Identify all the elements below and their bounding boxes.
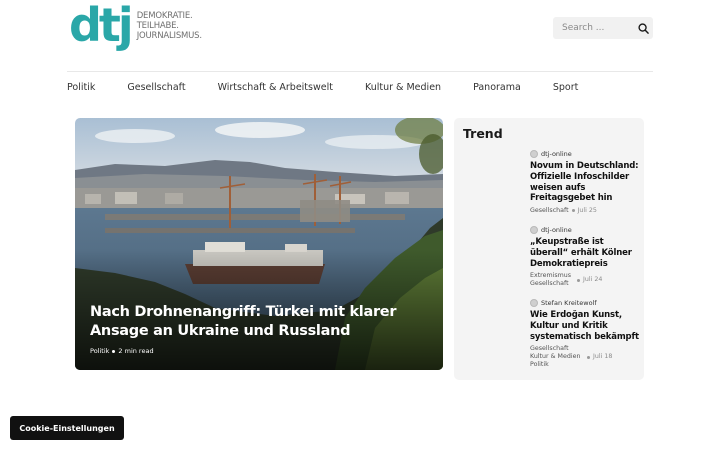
avatar xyxy=(530,299,538,307)
author-name[interactable]: dtj-online xyxy=(541,226,572,234)
search-box xyxy=(553,17,653,39)
trend-category-extra[interactable]: Politik xyxy=(530,361,640,369)
header-divider xyxy=(67,71,653,72)
hero-article[interactable]: Nach Drohnenangriff: Türkei mit klarer A… xyxy=(75,118,443,370)
avatar xyxy=(530,226,538,234)
trend-heading: Trend xyxy=(463,126,503,141)
nav-item-sport[interactable]: Sport xyxy=(553,81,579,95)
trend-meta: Gesellschaft Kultur & Medien Juli 18 Poli… xyxy=(530,345,640,369)
trend-item[interactable]: dtj-online „Keupstraße ist überall“ erhä… xyxy=(530,226,640,288)
nav-item-kultur[interactable]: Kultur & Medien xyxy=(365,81,441,95)
trend-date: Juli 24 xyxy=(583,276,603,284)
avatar xyxy=(530,150,538,158)
meta-separator xyxy=(112,349,116,353)
trend-date: Juli 25 xyxy=(577,207,597,215)
trend-panel: Trend dtj-online Novum in Deutschland: O… xyxy=(454,118,644,380)
nav-item-politik[interactable]: Politik xyxy=(67,81,95,95)
cookie-settings-button[interactable]: Cookie-Einstellungen xyxy=(10,416,124,440)
nav-item-wirtschaft[interactable]: Wirtschaft & Arbeitswelt xyxy=(218,81,333,95)
trend-author: Stefan Kreitewolf xyxy=(530,299,640,307)
trend-item[interactable]: dtj-online Novum in Deutschland: Offizie… xyxy=(530,150,640,215)
trend-headline[interactable]: Novum in Deutschland: Offizielle Infosch… xyxy=(530,161,640,204)
trend-date: Juli 18 xyxy=(593,353,613,361)
search-icon[interactable] xyxy=(636,21,650,35)
logo-tagline: DEMOKRATIE. TEILHABE. JOURNALISMUS. xyxy=(137,11,202,41)
trend-category[interactable]: Extremismus Gesellschaft xyxy=(530,272,574,288)
tagline-line-1: DEMOKRATIE. xyxy=(136,11,193,21)
hero-read-time: 2 min read xyxy=(118,347,154,355)
trend-meta: Extremismus Gesellschaft Juli 24 xyxy=(530,272,640,288)
tagline-line-3: JOURNALISMUS. xyxy=(136,31,202,41)
hero-meta: Politik 2 min read xyxy=(90,347,154,355)
meta-separator xyxy=(577,278,580,282)
site-logo[interactable]: dtj DEMOKRATIE. TEILHABE. JOURNALISMUS. xyxy=(69,0,202,52)
trend-author: dtj-online xyxy=(530,150,640,158)
logo-wordmark: dtj xyxy=(69,0,134,52)
trend-headline[interactable]: „Keupstraße ist überall“ erhält Kölner D… xyxy=(530,237,640,269)
nav-item-gesellschaft[interactable]: Gesellschaft xyxy=(127,81,185,95)
trend-meta: Gesellschaft Juli 25 xyxy=(530,207,640,215)
author-name[interactable]: Stefan Kreitewolf xyxy=(541,299,597,307)
nav-item-panorama[interactable]: Panorama xyxy=(473,81,521,95)
main-nav: Politik Gesellschaft Wirtschaft & Arbeit… xyxy=(67,81,610,95)
search-input[interactable] xyxy=(562,23,634,33)
meta-separator xyxy=(587,356,590,360)
trend-headline[interactable]: Wie Erdoğan Kunst, Kultur und Kritik sys… xyxy=(530,310,640,342)
trend-item[interactable]: Stefan Kreitewolf Wie Erdoğan Kunst, Kul… xyxy=(530,299,640,369)
meta-separator xyxy=(571,208,575,212)
hero-title[interactable]: Nach Drohnenangriff: Türkei mit klarer A… xyxy=(90,303,420,341)
trend-category[interactable]: Gesellschaft xyxy=(530,207,569,214)
trend-category[interactable]: Gesellschaft Kultur & Medien xyxy=(530,345,584,361)
hero-category[interactable]: Politik xyxy=(90,347,109,355)
author-name[interactable]: dtj-online xyxy=(541,150,572,158)
trend-author: dtj-online xyxy=(530,226,640,234)
tagline-line-2: TEILHABE. xyxy=(136,21,179,31)
